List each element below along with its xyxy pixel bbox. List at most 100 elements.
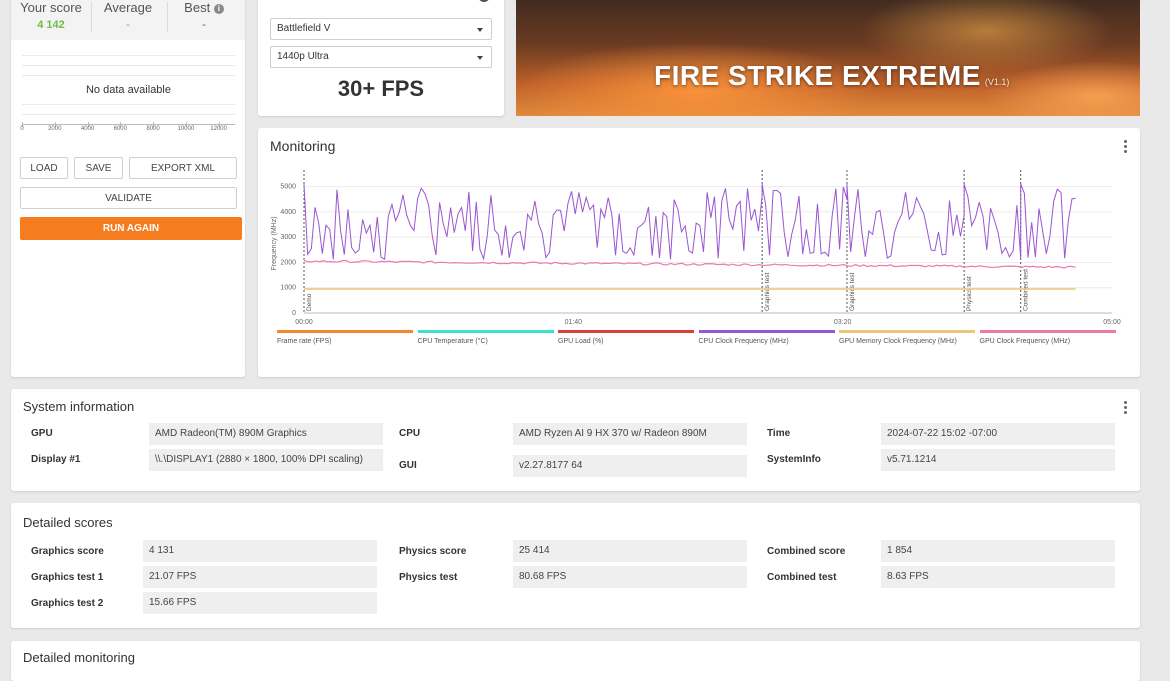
y-axis-label: Frequency (MHz) (271, 216, 278, 270)
graphics-test1-label: Graphics test 1 (31, 572, 104, 583)
x-tick-label: 00:00 (295, 319, 313, 326)
time-label: Time (767, 428, 791, 439)
histogram-tick-label: 10000 (177, 126, 195, 132)
y-tick-label: 2000 (280, 259, 296, 266)
y-tick-label: 5000 (280, 184, 296, 191)
estimated-fps: 30+ FPS (337, 76, 425, 101)
x-tick-label: 05:00 (1103, 319, 1121, 326)
combined-score-label: Combined score (767, 546, 846, 557)
no-data-text: No data available (85, 84, 171, 96)
gui-value: v2.27.8177 64 (513, 455, 747, 477)
more-options-icon[interactable] (1124, 401, 1127, 416)
load-button[interactable]: LOAD (20, 157, 68, 179)
y-tick-label: 1000 (280, 285, 296, 292)
average-label: Average (103, 0, 153, 15)
monitoring-card: Monitoring 5000 4000 3000 2000 1000 0 Frequenc… (258, 128, 1140, 377)
physics-test-value: 80.68 FPS (513, 566, 747, 588)
legend-label[interactable]: CPU Temperature (°C) (418, 338, 488, 345)
system-info-title: System information (23, 399, 135, 414)
systeminfo-value: v5.71.1214 (881, 449, 1115, 471)
systeminfo-label: SystemInfo (767, 454, 821, 465)
legend-label[interactable]: CPU Clock Frequency (MHz) (699, 338, 789, 345)
legend-label[interactable]: GPU Memory Clock Frequency (MHz) (839, 338, 957, 345)
score-header: Your score 4 142 Average - Best i - (11, 0, 245, 40)
legend-swatch[interactable] (698, 330, 835, 333)
detailed-monitoring-card: Detailed monitoring (11, 641, 1140, 681)
x-tick-label: 01:40 (565, 319, 583, 326)
run-again-button[interactable]: RUN AGAIN (20, 217, 242, 240)
detailed-scores-title: Detailed scores (23, 515, 113, 530)
display-label: Display #1 (31, 454, 81, 465)
chevron-down-icon (477, 56, 483, 60)
legend-swatch[interactable] (979, 330, 1116, 333)
game-select-value: Battlefield V (277, 23, 331, 34)
cpu-clock-line (303, 183, 1076, 261)
gpu-label: GPU (31, 428, 53, 439)
your-score: Your score 4 142 (16, 0, 86, 31)
graphics-score-value: 4 131 (143, 540, 377, 562)
your-score-value: 4 142 (37, 19, 65, 31)
validate-button[interactable]: VALIDATE (20, 187, 237, 209)
histogram-tick-label: 8000 (146, 126, 160, 132)
gpu-clock-line (303, 259, 1076, 269)
graphics-test1-value: 21.07 FPS (143, 566, 377, 588)
display-value: \\.\DISPLAY1 (2880 × 1800, 100% DPI scal… (149, 449, 383, 471)
save-button[interactable]: SAVE (74, 157, 123, 179)
divider (91, 2, 92, 32)
legend-swatch[interactable] (277, 330, 413, 333)
best-label: Best (184, 0, 211, 15)
help-icon[interactable] (478, 0, 490, 2)
info-icon[interactable]: i (213, 4, 224, 14)
game-select[interactable]: Battlefield V (270, 18, 492, 40)
combined-score-value: 1 854 (881, 540, 1115, 562)
histogram-tick-label: 4000 (80, 126, 95, 132)
system-info-card: System information GPU AMD Radeon(TM) 89… (11, 389, 1140, 491)
banner-title: FIRE STRIKE EXTREME (V1.1) (654, 60, 1009, 92)
gui-label: GUI (399, 460, 417, 471)
legend-label[interactable]: GPU Load (%) (558, 338, 604, 345)
test-marker-label: Graphics test (849, 273, 856, 311)
legend-label[interactable]: GPU Clock Frequency (MHz) (980, 338, 1071, 345)
legend-swatch[interactable] (558, 330, 694, 333)
histogram-gridline (22, 65, 235, 66)
cpu-value: AMD Ryzen AI 9 HX 370 w/ Radeon 890M (513, 423, 747, 445)
test-marker-label: Demo (306, 293, 313, 311)
x-tick-label: 03:20 (834, 319, 852, 326)
histogram-tick-label: 0 (20, 126, 24, 132)
combined-test-label: Combined test (767, 572, 837, 583)
cpu-label: CPU (399, 428, 421, 439)
legend-swatch[interactable] (839, 330, 975, 333)
export-xml-button[interactable]: EXPORT XML (129, 157, 237, 179)
graphics-score-label: Graphics score (31, 546, 104, 557)
score-card: Your score 4 142 Average - Best i - No d… (11, 0, 245, 377)
physics-score-label: Physics score (399, 546, 467, 557)
benchmark-banner: FIRE STRIKE EXTREME (V1.1) (516, 0, 1140, 116)
average-value: - (126, 19, 130, 31)
gpu-value: AMD Radeon(TM) 890M Graphics (149, 423, 383, 445)
banner-title-text: FIRE STRIKE EXTREME (654, 60, 981, 91)
game-performance-card: Battlefield V 1440p Ultra 30+ FPS (258, 0, 504, 116)
y-tick-label: 4000 (280, 209, 296, 216)
histogram-gridline (22, 104, 235, 105)
histogram-tick-label: 6000 (113, 126, 127, 132)
histogram-gridline (22, 75, 235, 76)
physics-score-value: 25 414 (513, 540, 747, 562)
graphics-test2-label: Graphics test 2 (31, 598, 104, 609)
time-value: 2024-07-22 15:02 -07:00 (881, 423, 1115, 445)
combined-test-value: 8.63 FPS (881, 566, 1115, 588)
divider (167, 2, 168, 32)
test-marker-label: Physics test (966, 276, 973, 311)
test-marker-label: Graphics test (764, 273, 771, 311)
y-tick-label: 3000 (280, 234, 296, 241)
graphics-test2-value: 15.66 FPS (143, 592, 377, 614)
preset-select-value: 1440p Ultra (277, 51, 329, 62)
your-score-label: Your score (20, 0, 82, 15)
chevron-down-icon (477, 28, 483, 32)
y-tick-label: 0 (292, 310, 296, 317)
legend-label[interactable]: Frame rate (FPS) (277, 338, 331, 345)
average-score: Average - (93, 0, 163, 31)
preset-select[interactable]: 1440p Ultra (270, 46, 492, 68)
legend-swatch[interactable] (417, 330, 554, 333)
histogram-gridline (22, 55, 235, 56)
test-marker-label: Combined test (1023, 269, 1030, 311)
